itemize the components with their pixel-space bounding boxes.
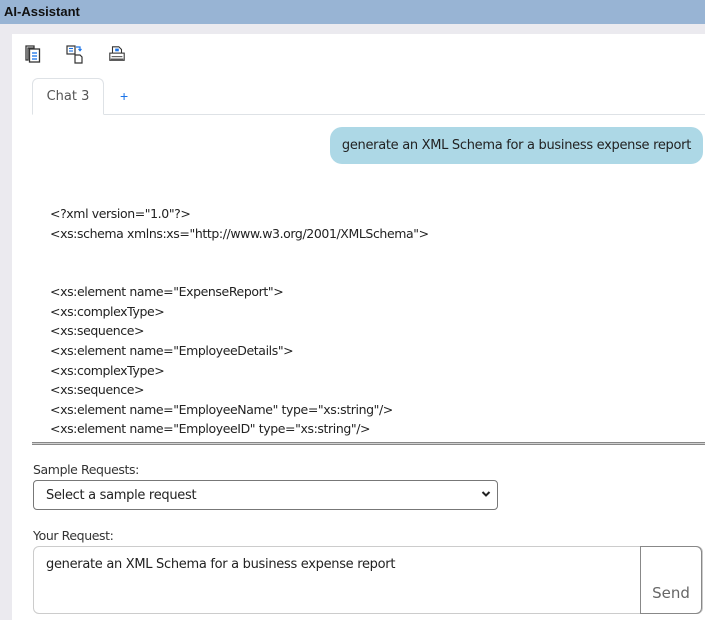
- copy-icon[interactable]: [24, 44, 42, 64]
- response-line: <xs:sequence>: [50, 323, 145, 339]
- response-block-body: <xs:element name="ExpenseReport"> <xs:com…: [50, 282, 429, 442]
- chat-history[interactable]: generate an XML Schema for a business ex…: [12, 116, 705, 442]
- response-line: <xs:complexType>: [50, 303, 165, 319]
- response-line: <xs:complexType>: [50, 362, 165, 378]
- resize-divider[interactable]: [32, 442, 705, 445]
- assistant-response: <?xml version="1.0"?> <xs:schema xmlns:xs…: [50, 204, 429, 442]
- sample-request-select[interactable]: Select a sample request: [33, 480, 498, 510]
- sample-request-selected: Select a sample request: [46, 488, 197, 503]
- response-line: <xs:schema xmlns:xs="http://www.w3.org/2…: [50, 225, 429, 241]
- request-box: generate an XML Schema for a business ex…: [33, 546, 703, 614]
- response-line: <xs:sequence>: [50, 382, 145, 398]
- response-line: <xs:element name="EmployeeDetails">: [50, 342, 294, 358]
- print-icon[interactable]: [108, 44, 126, 64]
- response-line: <xs:element name="EmployeeID" type="xs:s…: [50, 421, 371, 437]
- chat-tabs: Chat 3 +: [32, 78, 705, 115]
- your-request-label: Your Request:: [33, 528, 114, 543]
- response-line: <xs:element name="EmployeeName" type="xs…: [50, 401, 393, 417]
- response-block-header: <?xml version="1.0"?> <xs:schema xmlns:xs…: [50, 204, 429, 243]
- add-tab-button[interactable]: +: [120, 78, 128, 114]
- response-line: <?xml version="1.0"?>: [50, 206, 191, 221]
- send-button[interactable]: Send: [640, 546, 702, 614]
- toolbar: [24, 44, 126, 66]
- assistant-panel: Chat 3 + generate an XML Schema for a bu…: [12, 34, 705, 620]
- sample-requests-label: Sample Requests:: [33, 462, 139, 477]
- chevron-down-icon: [481, 491, 491, 497]
- export-icon[interactable]: [66, 44, 84, 64]
- response-line: <xs:element name="ExpenseReport">: [50, 284, 284, 300]
- tab-chat-3[interactable]: Chat 3: [32, 78, 104, 115]
- request-input[interactable]: generate an XML Schema for a business ex…: [34, 547, 642, 613]
- user-message: generate an XML Schema for a business ex…: [329, 127, 703, 164]
- window-title: AI-Assistant: [0, 0, 705, 24]
